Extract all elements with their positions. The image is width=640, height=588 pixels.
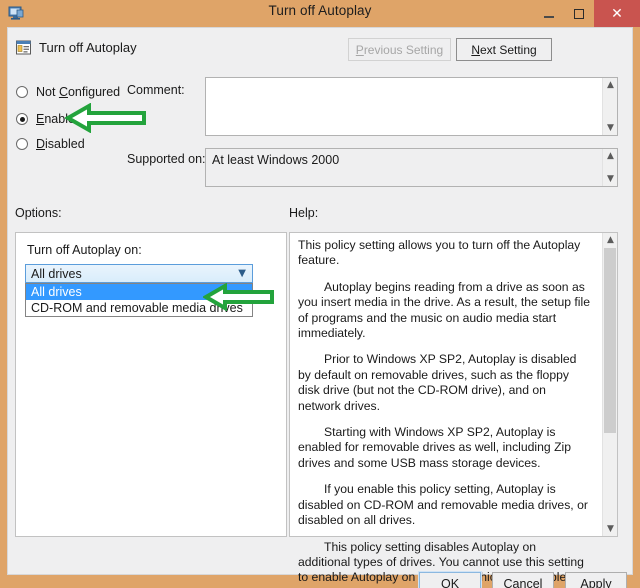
apply-button[interactable]: Apply (565, 572, 627, 588)
comment-input[interactable]: ▲ ▼ (205, 77, 618, 136)
autoplay-dropdown[interactable]: All drives ▼ (25, 264, 253, 283)
radio-disabled-indicator[interactable] (16, 138, 28, 150)
comment-scrollbar[interactable]: ▲ ▼ (602, 78, 617, 135)
scroll-down-icon[interactable]: ▼ (603, 121, 618, 135)
autoplay-dropdown-label: Turn off Autoplay on: (27, 243, 142, 257)
setting-header: Turn off Autoplay Previous Setting Next … (8, 28, 632, 71)
annotation-arrow-enabled (65, 103, 146, 133)
comment-label: Comment: (127, 83, 185, 97)
scroll-down-icon[interactable]: ▼ (603, 522, 618, 536)
supported-on-label: Supported on: (127, 152, 206, 166)
previous-setting-button[interactable]: Previous Setting (348, 38, 451, 61)
help-paragraph: Prior to Windows XP SP2, Autoplay is dis… (298, 352, 577, 413)
group-policy-setting-window: Turn off Autoplay ✕ Turn off Autoplay Pr… (0, 0, 640, 588)
radio-not-configured-indicator[interactable] (16, 86, 28, 98)
supported-on-scrollbar[interactable]: ▲ ▼ (602, 149, 617, 186)
close-button[interactable]: ✕ (594, 0, 640, 27)
previous-setting-label: Previous Setting (355, 42, 444, 57)
ok-button[interactable]: OK (418, 571, 482, 588)
help-paragraph: This policy setting allows you to turn o… (298, 238, 581, 268)
cancel-button[interactable]: Cancel (492, 572, 554, 588)
help-section-label: Help: (289, 206, 319, 220)
radio-disabled[interactable]: Disabled (16, 135, 85, 153)
scrollbar-thumb[interactable] (604, 248, 616, 433)
autoplay-dropdown-value: All drives (31, 267, 82, 281)
next-setting-button[interactable]: Next Setting (456, 38, 552, 61)
title-bar: Turn off Autoplay ✕ (0, 0, 640, 27)
setting-name: Turn off Autoplay (39, 40, 137, 55)
options-panel: Turn off Autoplay on: All drives ▼ All d… (15, 232, 287, 537)
caption-buttons: ✕ (534, 0, 640, 27)
scroll-up-icon[interactable]: ▲ (603, 149, 618, 163)
help-panel: This policy setting allows you to turn o… (289, 232, 618, 588)
radio-not-configured-label: Not Configured (36, 85, 121, 99)
radio-enabled-indicator[interactable] (16, 113, 28, 125)
policy-setting-icon (15, 39, 32, 56)
annotation-arrow-dropdown (203, 283, 274, 311)
help-paragraph: Starting with Windows XP SP2, Autoplay i… (298, 425, 572, 470)
options-section-label: Options: (15, 206, 62, 220)
next-setting-label: Next Setting (471, 42, 537, 57)
scroll-up-icon[interactable]: ▲ (603, 78, 618, 92)
minimize-button[interactable] (534, 0, 564, 27)
maximize-button[interactable] (564, 0, 594, 27)
scroll-down-icon[interactable]: ▼ (603, 172, 618, 186)
supported-on-value: At least Windows 2000 (212, 153, 340, 167)
supported-on-field: At least Windows 2000 ▲ ▼ (205, 148, 618, 187)
help-paragraph: Autoplay begins reading from a drive as … (298, 279, 590, 341)
scroll-up-icon[interactable]: ▲ (603, 233, 618, 247)
help-text: This policy setting allows you to turn o… (298, 238, 590, 588)
help-scrollbar[interactable]: ▲ ▼ (602, 233, 617, 536)
chevron-down-icon[interactable]: ▼ (238, 268, 246, 279)
radio-not-configured[interactable]: Not Configured (16, 83, 120, 101)
help-paragraph: If you enable this policy setting, Autop… (298, 482, 588, 528)
radio-disabled-label: Disabled (36, 137, 85, 151)
